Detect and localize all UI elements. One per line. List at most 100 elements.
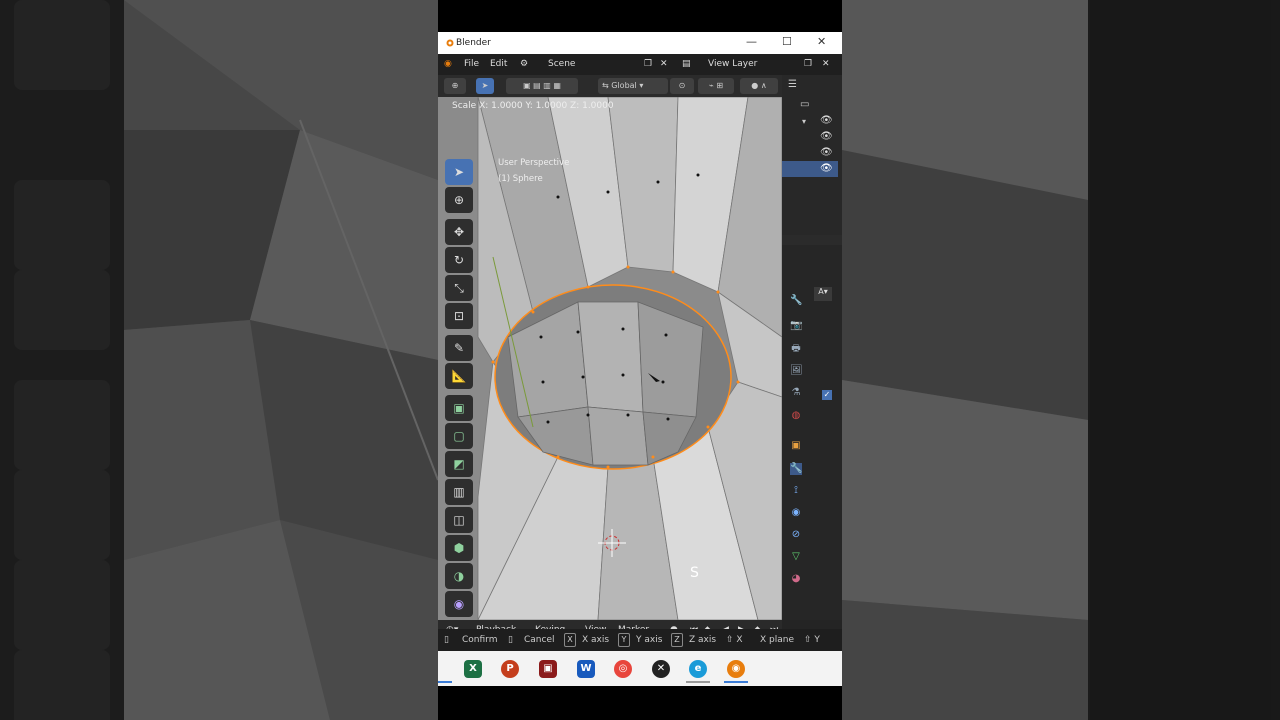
blender-icon[interactable]: ◉	[727, 660, 745, 678]
status-x-axis: X axis	[582, 635, 610, 645]
minimize-button[interactable]: —	[746, 35, 757, 48]
right-shade	[842, 0, 1280, 720]
viewport-perspective-label: User Perspective	[498, 158, 570, 168]
edge-icon[interactable]: e	[689, 660, 707, 678]
knife-tool-icon[interactable]: ◫	[445, 507, 473, 533]
word-icon[interactable]: W	[577, 660, 595, 678]
physics-props-icon[interactable]: ◉	[790, 507, 802, 519]
material-props-icon[interactable]: ◕	[790, 573, 802, 585]
tool-props-icon[interactable]: 🔧	[790, 295, 802, 307]
left-shade	[0, 0, 438, 720]
editor-type-button[interactable]: ⊕	[444, 78, 466, 94]
blender-menu-icon[interactable]: ◉	[444, 59, 452, 69]
view-layer-close-icon[interactable]: ✕	[822, 59, 830, 69]
scene-icon: ⚙	[520, 59, 529, 69]
left-blurred-background	[0, 0, 438, 720]
status-x-plane: X plane	[760, 635, 794, 645]
sphere-mesh	[438, 97, 782, 620]
properties-editor: 🔧 📷 🖶 🖼 ⚗ ◍ ▣ 🔧 ⟟ ◉ ⊘ ▽ ◕ A▾ ✓	[782, 245, 842, 620]
transform-tool-icon[interactable]: ⊡	[445, 303, 473, 329]
move-tool-icon[interactable]: ✥	[445, 219, 473, 245]
x-key-icon: X	[564, 633, 576, 647]
powerpoint-icon[interactable]: P	[501, 660, 519, 678]
spin-tool-icon[interactable]: ◑	[445, 563, 473, 589]
title-bar: Blender — ☐ ✕	[438, 32, 842, 54]
loop-cut-tool-icon[interactable]: ▥	[445, 479, 473, 505]
visibility-eye-icon-1[interactable]: 👁	[820, 115, 833, 126]
annotate-tool-icon[interactable]: ✎	[445, 335, 473, 361]
scale-tool-icon[interactable]: ⤡	[445, 275, 473, 301]
orientation-icon: ⇆	[602, 81, 612, 90]
outliner-editor-icon[interactable]: ☰	[788, 79, 797, 90]
collapse-arrow-icon[interactable]: ▾	[802, 117, 806, 126]
poly-build-tool-icon[interactable]: ⬢	[445, 535, 473, 561]
status-z-axis: Z axis	[689, 635, 717, 645]
scene-close-icon[interactable]: ✕	[660, 59, 668, 69]
3d-viewport[interactable]: Scale X: 1.0000 Y: 1.0000 Z: 1.0000 User…	[438, 97, 782, 620]
status-bar: ▯ Confirm ▯ Cancel X X axis Y Y axis Z Z…	[438, 629, 842, 651]
z-key-icon: Z	[671, 633, 683, 647]
chrome-icon[interactable]: ◎	[614, 660, 632, 678]
visibility-eye-icon-2[interactable]: 👁	[820, 131, 833, 142]
rotate-tool-icon[interactable]: ↻	[445, 247, 473, 273]
select-box-tool-icon[interactable]: ➤	[445, 159, 473, 185]
active-app-indicator	[438, 681, 452, 683]
status-y-axis: Y axis	[636, 635, 663, 645]
right-side-panels: ☰ ▭ ▾ 👁 👁 👁 👁 🔧 📷 🖶 🖼 ⚗ ◍ ▣ 🔧 ⟟ ◉ ⊘ ▽ ◕ …	[782, 75, 842, 620]
app-icon[interactable]: ▣	[539, 660, 557, 678]
object-props-icon[interactable]: ▣	[790, 440, 802, 452]
status-confirm: Confirm	[462, 635, 498, 645]
select-mode-button[interactable]: ➤	[476, 78, 494, 94]
menu-edit[interactable]: Edit	[490, 59, 507, 69]
video-frame: Blender — ☐ ✕ ◉ File Edit ⚙ Scene ❐ ✕ ▤ …	[438, 0, 842, 720]
constraint-props-icon[interactable]: ⊘	[790, 529, 802, 541]
active-app-indicator	[724, 681, 748, 683]
particles-props-icon[interactable]: ⟟	[790, 485, 802, 497]
scene-props-icon[interactable]: ⚗	[790, 387, 802, 399]
excel-icon[interactable]: X	[464, 660, 482, 678]
viewport-header: ⊕ ➤ ▣ ▤ ▥ ▦ ⇆ Global ▾ ⊙ ⌁ ⊞ ● ∧	[438, 75, 782, 97]
mouse-right-icon: ▯	[508, 635, 513, 645]
viewport-object-label: (1) Sphere	[498, 174, 543, 184]
close-button[interactable]: ✕	[817, 35, 826, 48]
extrude-tool-icon[interactable]: ▣	[445, 395, 473, 421]
pivot-button[interactable]: ⊙	[670, 78, 694, 94]
inset-tool-icon[interactable]: ▢	[445, 423, 473, 449]
modifier-props-icon[interactable]: 🔧	[790, 463, 802, 475]
text-field-icon[interactable]: A▾	[814, 287, 832, 301]
top-menu-bar: ◉ File Edit ⚙ Scene ❐ ✕ ▤ View Layer ❐ ✕	[438, 54, 842, 75]
visibility-eye-icon-3[interactable]: 👁	[820, 147, 833, 158]
output-props-icon[interactable]: 🖶	[790, 343, 802, 355]
key-hint: S	[690, 565, 699, 581]
shift-x-key-icon: ⇧ X	[726, 635, 743, 645]
snap-button[interactable]: ⌁ ⊞	[698, 78, 734, 94]
view-layer-props-icon[interactable]: 🖼	[790, 365, 803, 377]
orientation-label: Global	[611, 81, 637, 90]
checkbox-icon[interactable]: ✓	[822, 390, 832, 400]
window-title: Blender	[456, 38, 491, 48]
view-layer-copy-icon[interactable]: ❐	[804, 59, 812, 69]
scene-selector[interactable]: Scene	[548, 59, 575, 69]
data-props-icon[interactable]: ▽	[790, 551, 802, 563]
blender-window: Blender — ☐ ✕ ◉ File Edit ⚙ Scene ❐ ✕ ▤ …	[438, 32, 842, 686]
menu-file[interactable]: File	[464, 59, 479, 69]
blender-logo-icon	[446, 39, 454, 47]
orientation-dropdown[interactable]: ⇆ Global ▾	[598, 78, 668, 94]
xbox-icon[interactable]: ✕	[652, 660, 670, 678]
tool-shelf: ➤ ⊕ ✥ ↻ ⤡ ⊡ ✎ 📐 ▣ ▢ ◩ ▥ ◫ ⬢ ◑ ◉	[442, 121, 476, 617]
right-blurred-background	[842, 0, 1280, 720]
smooth-tool-icon[interactable]: ◉	[445, 591, 473, 617]
operator-readout: Scale X: 1.0000 Y: 1.0000 Z: 1.0000	[452, 101, 614, 111]
cursor-tool-icon[interactable]: ⊕	[445, 187, 473, 213]
view-layer-selector[interactable]: View Layer	[708, 59, 757, 69]
world-props-icon[interactable]: ◍	[790, 410, 802, 422]
maximize-button[interactable]: ☐	[782, 35, 792, 48]
running-app-indicator	[686, 681, 710, 683]
scene-copy-icon[interactable]: ❐	[644, 59, 652, 69]
measure-tool-icon[interactable]: 📐	[445, 363, 473, 389]
bevel-tool-icon[interactable]: ◩	[445, 451, 473, 477]
visibility-eye-icon-4[interactable]: 👁	[820, 163, 833, 174]
proportional-edit-button[interactable]: ● ∧	[740, 78, 778, 94]
render-props-icon[interactable]: 📷	[790, 320, 802, 332]
selection-mode-group[interactable]: ▣ ▤ ▥ ▦	[506, 78, 578, 94]
